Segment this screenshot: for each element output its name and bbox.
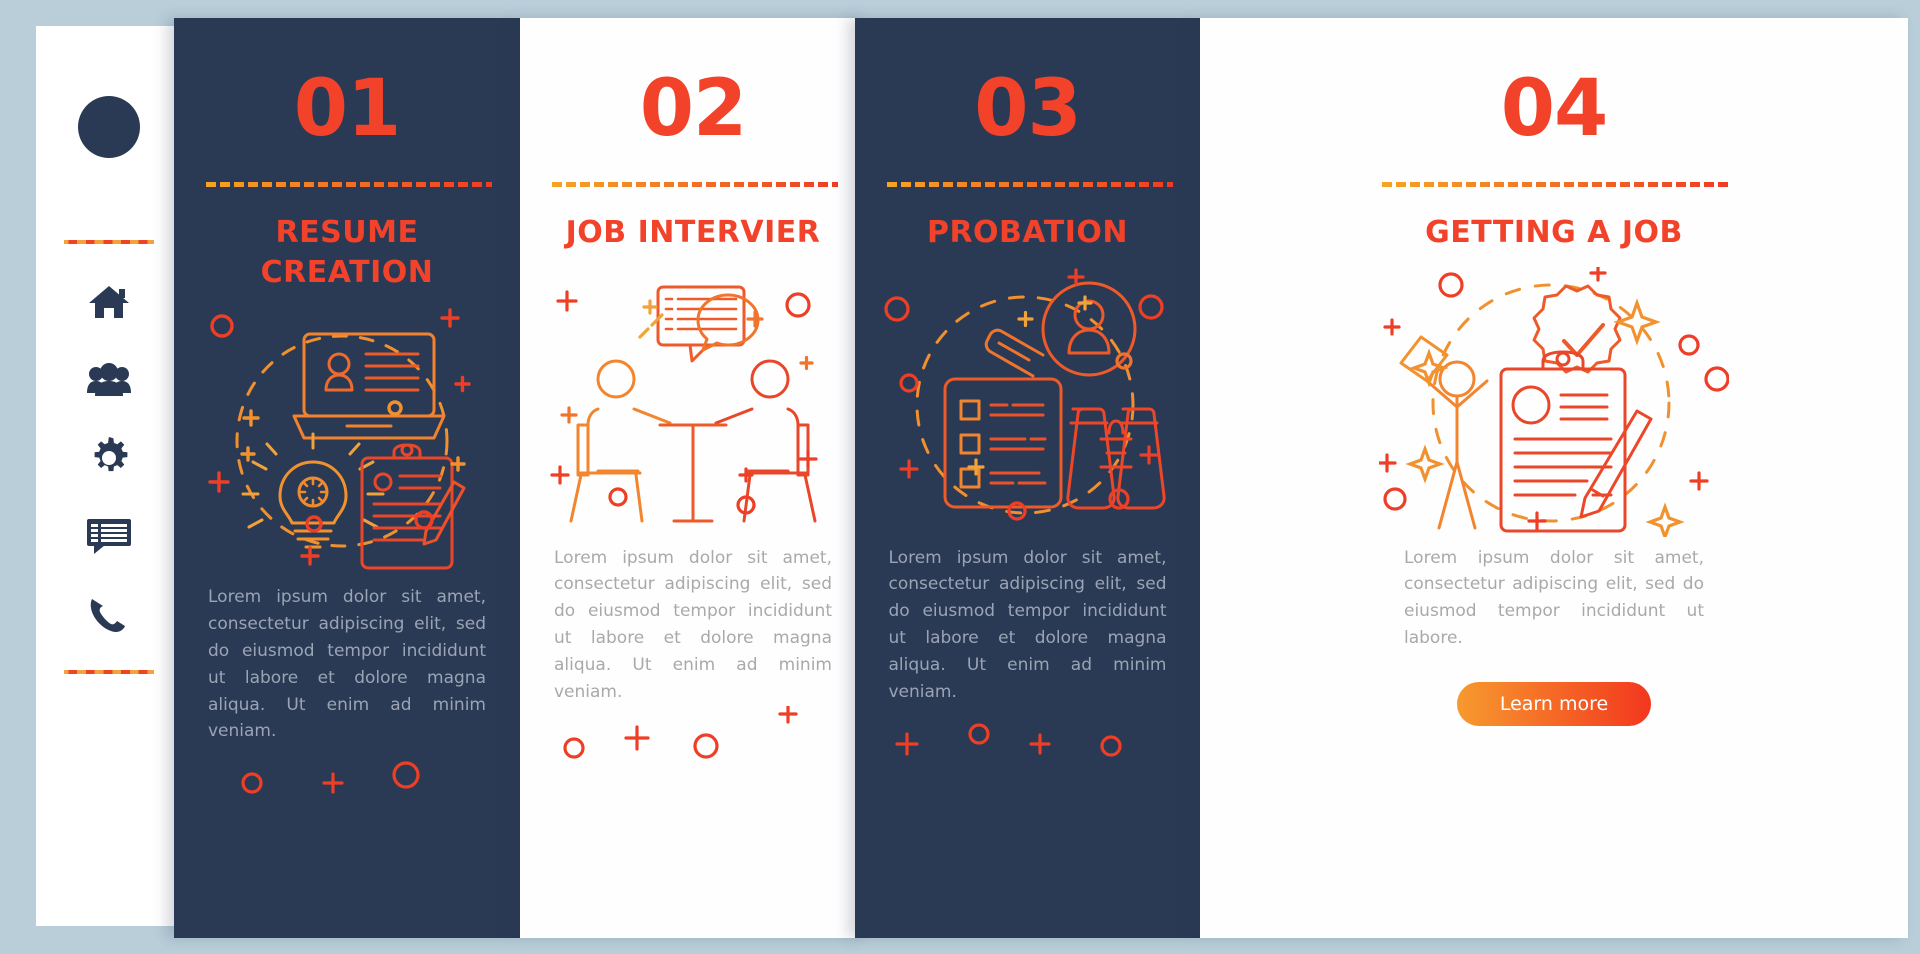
- step-divider: [1378, 182, 1730, 187]
- people-icon: [86, 361, 132, 399]
- sidebar-item-home[interactable]: [85, 278, 133, 326]
- step-divider: [882, 182, 1173, 187]
- card-title: GETTING A JOB: [1425, 215, 1683, 250]
- laptop-lightbulb-clipboard-illustration: [202, 306, 492, 576]
- onboarding-card-4[interactable]: 04 GETTING A JOB Lorem ipsum dolor sit a…: [1200, 18, 1908, 938]
- celebration-badge-clipboard-illustration: [1379, 266, 1729, 537]
- card-body-text: Lorem ipsum dolor sit amet, consectetur …: [1404, 547, 1704, 649]
- onboarding-card-1[interactable]: 01 RESUME CREATION Lorem ipsum dolor sit…: [174, 18, 520, 938]
- step-number: 04: [1500, 64, 1609, 154]
- decorative-marks: [883, 706, 1173, 776]
- sidebar-item-people[interactable]: [85, 356, 133, 404]
- sidebar-nav: [85, 278, 133, 638]
- interview-table-illustration: [548, 267, 838, 537]
- home-icon: [87, 282, 131, 322]
- sidebar-item-settings[interactable]: [85, 434, 133, 482]
- onboarding-screens-stage: 01 RESUME CREATION Lorem ipsum dolor sit…: [0, 0, 1920, 954]
- decorative-marks: [1379, 726, 1729, 796]
- magnifier-checklist-binoculars-illustration: [883, 267, 1173, 537]
- card-body-text: Lorem ipsum dolor sit amet, consectetur …: [888, 547, 1167, 702]
- gear-icon: [87, 436, 131, 480]
- sidebar-divider-top: [64, 240, 154, 244]
- onboarding-card-3[interactable]: 03 PROBATION Lorem ipsum dolor sit amet,…: [855, 18, 1200, 938]
- chat-icon: [86, 517, 132, 555]
- card-title: JOB INTERVIER: [565, 215, 821, 250]
- card-title: PROBATION: [926, 215, 1129, 250]
- sidebar: [36, 26, 182, 926]
- logo-circle[interactable]: [78, 96, 140, 158]
- step-divider: [548, 182, 838, 187]
- phone-icon: [87, 593, 131, 635]
- onboarding-card-2[interactable]: 02 JOB INTERVIER Lorem ipsum dolor sit a…: [520, 18, 866, 938]
- step-divider: [202, 182, 492, 187]
- decorative-marks: [548, 705, 838, 776]
- decorative-marks: [202, 745, 492, 815]
- card-body-text: Lorem ipsum dolor sit amet, consectetur …: [208, 587, 486, 742]
- card-title: RESUME CREATION: [260, 215, 434, 290]
- learn-more-button[interactable]: Learn more: [1457, 682, 1651, 727]
- sidebar-divider-bottom: [64, 670, 154, 674]
- card-body-text: Lorem ipsum dolor sit amet, consectetur …: [554, 547, 832, 702]
- step-number: 03: [974, 64, 1082, 154]
- step-number: 01: [293, 64, 402, 154]
- sidebar-item-contact[interactable]: [85, 590, 133, 638]
- step-number: 02: [639, 64, 748, 154]
- sidebar-item-messages[interactable]: [85, 512, 133, 560]
